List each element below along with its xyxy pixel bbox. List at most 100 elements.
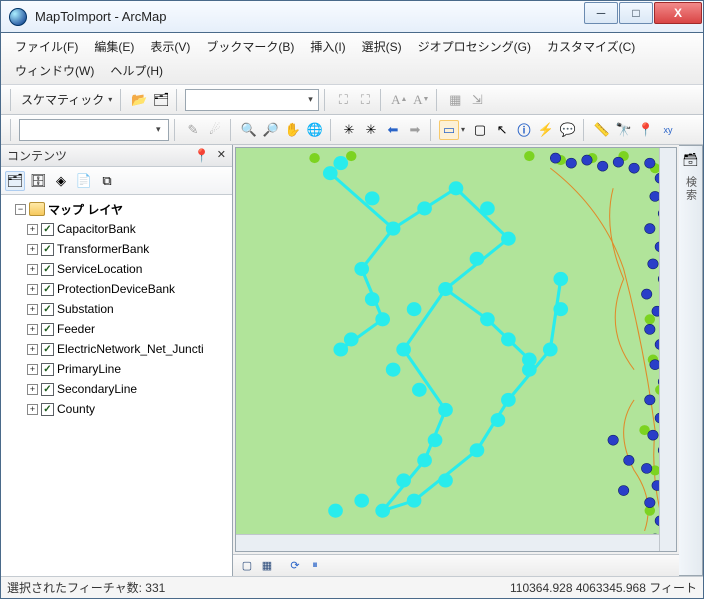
menu-select[interactable]: 選択(S) <box>354 35 410 58</box>
expander-icon[interactable]: + <box>27 304 38 315</box>
checkbox[interactable]: ✓ <box>41 363 54 376</box>
list-by-visibility-icon[interactable]: ◈ <box>51 171 71 191</box>
expander-icon[interactable]: + <box>27 264 38 275</box>
data-view-icon[interactable]: ▢ <box>239 558 255 574</box>
menu-windows[interactable]: ウィンドウ(W) <box>7 59 102 82</box>
layer-row[interactable]: +✓PrimaryLine <box>27 359 230 379</box>
layout-view-icon[interactable]: ▦ <box>259 558 275 574</box>
search-tab[interactable]: 検索 <box>683 176 699 202</box>
pin-icon[interactable]: 📍 <box>194 148 210 164</box>
close-button[interactable]: X <box>654 2 702 24</box>
catalog-icon[interactable]: 🗃 <box>681 150 701 170</box>
map-canvas[interactable] <box>235 147 677 552</box>
zoom-fixed-in-icon[interactable]: ✳ <box>339 120 359 140</box>
identify-icon[interactable]: ⓘ <box>514 120 534 140</box>
menu-insert[interactable]: 挿入(I) <box>302 35 353 58</box>
options-icon[interactable]: ⧉ <box>97 171 117 191</box>
expander-icon[interactable]: + <box>27 244 38 255</box>
layer-label[interactable]: County <box>57 402 95 416</box>
layer-label[interactable]: Substation <box>57 302 114 316</box>
menu-help[interactable]: ヘルプ(H) <box>102 59 171 82</box>
open-icon[interactable]: 📂 <box>129 90 149 110</box>
new-icon[interactable]: 🗂 <box>151 90 171 110</box>
clear-selection-icon[interactable]: ▢ <box>470 120 490 140</box>
menu-customize[interactable]: カスタマイズ(C) <box>539 35 643 58</box>
schematic-menu[interactable]: スケマティック <box>19 91 106 108</box>
expander-icon[interactable]: − <box>15 204 26 215</box>
layer-row[interactable]: +✓ServiceLocation <box>27 259 230 279</box>
layer-label[interactable]: Feeder <box>57 322 95 336</box>
expander-icon[interactable]: + <box>27 404 38 415</box>
prev-extent-icon[interactable]: ⬅ <box>383 120 403 140</box>
go-to-xy-icon[interactable]: xy <box>658 120 678 140</box>
select-features-icon[interactable]: ▭ <box>439 120 459 140</box>
expander-icon[interactable]: + <box>27 224 38 235</box>
find-route-icon[interactable]: 📍 <box>636 120 656 140</box>
checkbox[interactable]: ✓ <box>41 383 54 396</box>
menu-view[interactable]: 表示(V) <box>142 35 198 58</box>
layer-row[interactable]: +✓County <box>27 399 230 419</box>
layer-row[interactable]: +✓Substation <box>27 299 230 319</box>
checkbox[interactable]: ✓ <box>41 223 54 236</box>
layer-row[interactable]: +✓TransformerBank <box>27 239 230 259</box>
layer-label[interactable]: TransformerBank <box>57 242 149 256</box>
toc-title: コンテンツ <box>7 147 67 164</box>
close-panel-icon[interactable]: ✕ <box>217 148 226 161</box>
chevron-down-icon[interactable]: ▾ <box>108 95 115 104</box>
text-small-icon: A▼ <box>411 90 431 110</box>
scale-combo[interactable]: ▾ <box>19 119 169 141</box>
status-selected: 選択されたフィーチャ数: 331 <box>1 579 504 596</box>
layer-row[interactable]: +✓Feeder <box>27 319 230 339</box>
hyperlink-icon[interactable]: ⚡ <box>536 120 556 140</box>
list-by-source-icon[interactable]: 🗄 <box>28 171 48 191</box>
schematic-combo[interactable]: ▾ <box>185 89 319 111</box>
checkbox[interactable]: ✓ <box>41 343 54 356</box>
expander-icon[interactable]: + <box>27 324 38 335</box>
horizontal-scrollbar[interactable] <box>236 534 659 551</box>
layer-row[interactable]: +✓ElectricNetwork_Net_Juncti <box>27 339 230 359</box>
minimize-button[interactable]: ─ <box>584 2 618 24</box>
checkbox[interactable]: ✓ <box>41 283 54 296</box>
layer-label[interactable]: PrimaryLine <box>57 362 121 376</box>
dataframe-icon <box>29 202 45 216</box>
globe-icon[interactable]: 🌐 <box>305 120 325 140</box>
menu-geoprocessing[interactable]: ジオプロセシング(G) <box>410 35 539 58</box>
zoom-fixed-out-icon[interactable]: ✳ <box>361 120 381 140</box>
pointer-icon[interactable]: ↖ <box>492 120 512 140</box>
layer-label[interactable]: CapacitorBank <box>57 222 136 236</box>
pan-icon[interactable]: ✋ <box>283 120 303 140</box>
checkbox[interactable]: ✓ <box>41 323 54 336</box>
maximize-button[interactable]: □ <box>619 2 653 24</box>
layer-label[interactable]: ElectricNetwork_Net_Juncti <box>57 342 204 356</box>
layer-label[interactable]: SecondaryLine <box>57 382 137 396</box>
menu-edit[interactable]: 編集(E) <box>86 35 142 58</box>
menu-file[interactable]: ファイル(F) <box>7 35 86 58</box>
checkbox[interactable]: ✓ <box>41 243 54 256</box>
layer-row[interactable]: +✓ProtectionDeviceBank <box>27 279 230 299</box>
vertical-scrollbar[interactable] <box>659 148 676 551</box>
html-popup-icon[interactable]: 💬 <box>558 120 578 140</box>
checkbox[interactable]: ✓ <box>41 403 54 416</box>
select-dropdown-icon[interactable]: ▾ <box>461 125 468 134</box>
find-icon[interactable]: 🔭 <box>614 120 634 140</box>
zoom-out-icon[interactable]: 🔎 <box>261 120 281 140</box>
expander-icon[interactable]: + <box>27 344 38 355</box>
menu-bookmarks[interactable]: ブックマーク(B) <box>198 35 302 58</box>
list-by-selection-icon[interactable]: 📄 <box>74 171 94 191</box>
zoom-in-icon[interactable]: 🔍 <box>239 120 259 140</box>
expander-icon[interactable]: + <box>27 364 38 375</box>
expander-icon[interactable]: + <box>27 284 38 295</box>
checkbox[interactable]: ✓ <box>41 303 54 316</box>
refresh-icon[interactable]: ⟳ <box>287 558 303 574</box>
list-by-drawing-icon[interactable]: 🗂 <box>5 171 25 191</box>
expander-icon[interactable]: + <box>27 384 38 395</box>
measure-icon[interactable]: 📏 <box>592 120 612 140</box>
dataframe-label[interactable]: マップ レイヤ <box>48 201 123 218</box>
checkbox[interactable]: ✓ <box>41 263 54 276</box>
layer-row[interactable]: +✓CapacitorBank <box>27 219 230 239</box>
layer-row[interactable]: +✓SecondaryLine <box>27 379 230 399</box>
layer-label[interactable]: ServiceLocation <box>57 262 142 276</box>
toc-tree[interactable]: − マップ レイヤ +✓CapacitorBank+✓TransformerBa… <box>1 195 232 576</box>
layer-label[interactable]: ProtectionDeviceBank <box>57 282 175 296</box>
pause-icon[interactable]: ⏸ <box>307 558 323 574</box>
